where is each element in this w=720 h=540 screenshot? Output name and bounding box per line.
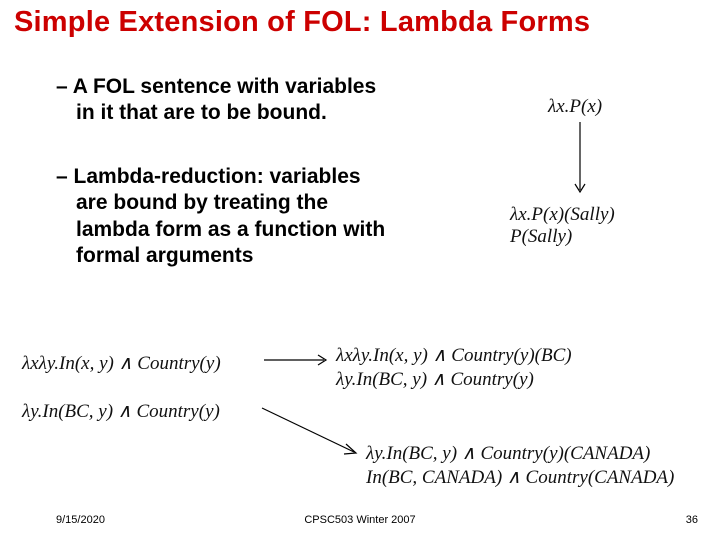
arrow-down-icon [570,120,590,200]
bullet-2-line3: lambda form as a function with [56,218,385,241]
bullet-2-line1: – Lambda-reduction: variables [56,165,361,188]
formula-top-right-2-line1: λx.P(x)(Sally) [510,204,615,226]
arrow-right-1-icon [262,350,334,370]
formula-top-right-1: λx.P(x) [548,96,602,118]
formula-left-1: λxλy.In(x, y) ∧ Country(y) [22,352,221,375]
bullet-1-line1: – A FOL sentence with variables [56,75,376,98]
bullet-2-line2: are bound by treating the [56,191,328,214]
footer-center: CPSC503 Winter 2007 [304,514,415,526]
formula-top-right-2-line2: P(Sally) [510,226,615,248]
formula-right-1: λy.In(BC, y) ∧ Country(y)(CANADA) [366,442,650,465]
bullet-2: – Lambda-reduction: variables are bound … [56,164,476,269]
arrow-diagonal-icon [258,396,368,466]
bullet-1: – A FOL sentence with variables in it th… [56,74,476,127]
formula-top-right-2: λx.P(x)(Sally) P(Sally) [510,204,615,248]
formula-left-2: λy.In(BC, y) ∧ Country(y) [22,400,220,423]
formula-mid-1: λxλy.In(x, y) ∧ Country(y)(BC) [336,344,572,367]
formula-mid-2: λy.In(BC, y) ∧ Country(y) [336,368,534,391]
footer-page-number: 36 [686,514,698,526]
bullet-2-line4: formal arguments [56,244,253,267]
formula-right-2: In(BC, CANADA) ∧ Country(CANADA) [366,466,674,489]
bullet-1-line2: in it that are to be bound. [56,101,327,124]
slide-title: Simple Extension of FOL: Lambda Forms [14,6,590,39]
footer-date: 9/15/2020 [56,514,105,526]
